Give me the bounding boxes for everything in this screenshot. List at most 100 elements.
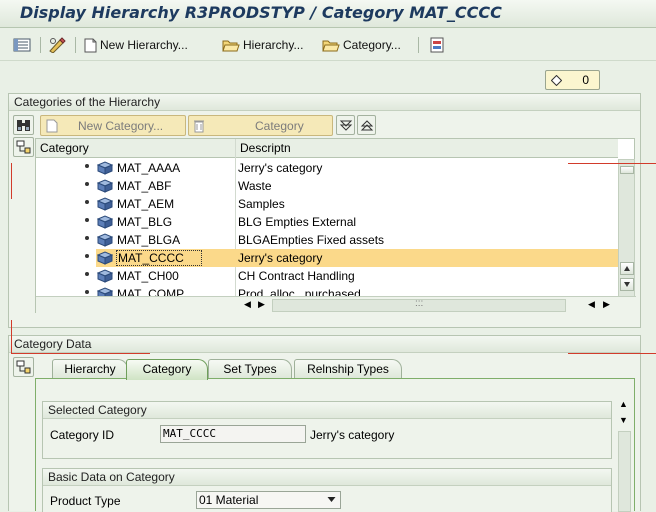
vertical-scrollbar[interactable] xyxy=(618,159,635,297)
category-cube-icon xyxy=(96,269,114,286)
product-type-value: 01 Material xyxy=(199,493,259,507)
tab-content-panel: Selected Category Category ID MAT_CCCC J… xyxy=(35,378,635,512)
application-toolbar: New Hierarchy... Hierarchy... Category..… xyxy=(0,29,656,61)
new-hierarchy-button[interactable]: New Hierarchy... xyxy=(84,36,188,54)
product-type-label: Product Type xyxy=(50,494,121,508)
category-button[interactable]: Category... xyxy=(322,36,401,54)
new-document-icon xyxy=(46,119,58,132)
tree-bullet xyxy=(85,218,89,222)
annotation-line xyxy=(568,353,656,354)
annotation-line xyxy=(11,163,12,199)
title-bar: Display Hierarchy R3PRODSTYP / Category … xyxy=(0,0,656,28)
category-cube-icon xyxy=(96,215,114,232)
tree-row[interactable]: MAT_CCCC Jerry's category xyxy=(85,249,618,268)
tab-hierarchy[interactable]: Hierarchy xyxy=(52,359,128,379)
expand-all-button[interactable] xyxy=(336,115,355,135)
find-button[interactable] xyxy=(13,115,34,135)
row-category: MAT_CH00 xyxy=(117,269,179,283)
row-description: Prod. alloc., purchased xyxy=(238,287,361,296)
triangle-down-icon xyxy=(624,282,630,287)
message-counter[interactable]: 0 xyxy=(545,70,600,90)
horizontal-scroll-area: ◀ ▶ ::: ◀ ▶ xyxy=(36,296,636,313)
annotation-line xyxy=(11,320,12,354)
collapse-all-button[interactable] xyxy=(357,115,376,135)
scroll-down-icon[interactable]: ▼ xyxy=(619,415,628,425)
toolbar-separator xyxy=(418,37,419,53)
expand-icon xyxy=(339,120,353,131)
tree-row[interactable]: MAT_AAAA Jerry's category xyxy=(36,159,618,177)
tab-set-types[interactable]: Set Types xyxy=(208,359,292,379)
product-type-select[interactable]: 01 Material xyxy=(196,491,341,509)
new-category-button[interactable]: New Category... xyxy=(40,115,186,136)
tree-row[interactable]: MAT_BLGA BLGAEmpties Fixed assets xyxy=(36,231,618,249)
category-tree: Category Descriptn MAT_AAAA Jerry's categ… xyxy=(35,138,636,313)
scroll-left-icon[interactable]: ◀ xyxy=(244,299,251,310)
tree-bullet xyxy=(85,254,89,258)
panel-vertical-scrollbar[interactable]: ▲ ▼ xyxy=(616,397,633,512)
horizontal-scrollbar[interactable]: ::: xyxy=(272,298,566,312)
category-data-title: Category Data xyxy=(9,336,640,353)
row-description: Jerry's category xyxy=(238,161,323,175)
tree-rows: MAT_AAAA Jerry's category MAT_ABF Waste MAT_… xyxy=(36,139,618,296)
scroll-up-button[interactable] xyxy=(620,262,634,275)
hierarchy-button[interactable]: Hierarchy... xyxy=(222,36,303,54)
window-title: Display Hierarchy R3PRODSTYP / Category … xyxy=(20,3,502,22)
open-folder-icon xyxy=(322,40,340,52)
new-document-icon xyxy=(84,38,97,52)
row-description: BLGAEmpties Fixed assets xyxy=(238,233,385,247)
scroll-thumb[interactable] xyxy=(620,166,634,174)
tree-bullet xyxy=(85,182,89,186)
annotation-line xyxy=(568,163,656,164)
toolbar-separator xyxy=(40,37,41,53)
trash-icon xyxy=(194,120,204,132)
category-cube-icon xyxy=(96,197,114,214)
expand-node-button[interactable] xyxy=(13,137,34,157)
row-description: BLG Empties External xyxy=(238,215,357,229)
selected-category-title: Selected Category xyxy=(43,402,611,419)
scroll-right-icon[interactable]: ▶ xyxy=(258,299,265,310)
tree-row[interactable]: MAT_COMP Prod. alloc., purchased xyxy=(36,285,618,296)
row-description: Waste xyxy=(238,179,272,193)
tree-row[interactable]: MAT_CH00 CH Contract Handling xyxy=(36,267,618,285)
tree-row[interactable]: MAT_ABF Waste xyxy=(36,177,618,195)
binoculars-icon xyxy=(17,120,30,131)
tree-bullet xyxy=(85,164,89,168)
category-id-field[interactable]: MAT_CCCC xyxy=(160,425,306,443)
scroll-left-icon[interactable]: ◀ xyxy=(588,299,595,310)
collapse-icon xyxy=(360,120,374,131)
tab-relnship-types[interactable]: Relnship Types xyxy=(294,359,402,379)
row-category: MAT_AEM xyxy=(117,197,175,211)
row-category: MAT_ABF xyxy=(117,179,172,193)
tree-row[interactable]: MAT_AEM Samples xyxy=(36,195,618,213)
row-description: CH Contract Handling xyxy=(238,269,355,283)
chevron-down-icon xyxy=(327,497,336,502)
transport-icon[interactable] xyxy=(428,36,449,54)
scroll-down-button[interactable] xyxy=(620,278,634,291)
tree-bullet xyxy=(85,272,89,276)
delete-category-button[interactable]: Category xyxy=(188,115,333,136)
tree-bullet xyxy=(85,290,89,294)
hierarchy-node-button[interactable] xyxy=(13,357,34,377)
counter-value: 0 xyxy=(582,73,589,87)
scroll-grip: ::: xyxy=(415,298,424,309)
category-description: Jerry's category xyxy=(310,428,395,442)
row-category: MAT_AAAA xyxy=(117,161,181,175)
open-folder-icon xyxy=(222,40,240,52)
tree-row[interactable]: MAT_BLG BLG Empties External xyxy=(36,213,618,231)
category-cube-icon xyxy=(96,161,114,178)
hierarchy-node-icon xyxy=(16,140,31,154)
hierarchy-overview-icon[interactable] xyxy=(13,36,34,54)
category-cube-icon xyxy=(96,287,114,296)
diamond-icon xyxy=(551,75,562,86)
scroll-right-icon[interactable]: ▶ xyxy=(603,299,610,310)
annotation-line xyxy=(11,353,150,354)
display-change-icon[interactable] xyxy=(48,36,69,54)
scroll-up-icon[interactable]: ▲ xyxy=(619,399,628,409)
panel-scroll-track[interactable] xyxy=(618,431,631,512)
hierarchy-node-icon xyxy=(16,360,31,374)
row-category: MAT_BLGA xyxy=(117,233,181,247)
row-description: Jerry's category xyxy=(238,251,323,265)
tab-category[interactable]: Category xyxy=(126,359,208,380)
category-cube-icon xyxy=(96,251,114,268)
tree-bullet xyxy=(85,236,89,240)
